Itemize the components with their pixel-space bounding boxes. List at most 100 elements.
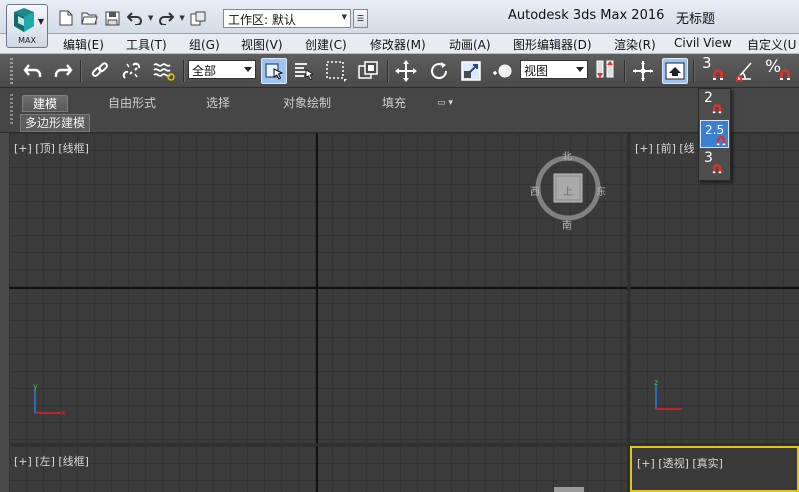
svg-text:x: x <box>61 408 66 417</box>
workspace-select-value: 工作区: 默认 <box>228 13 296 27</box>
snap-toggle-value[interactable]: 3 <box>702 54 712 72</box>
open-file-icon[interactable] <box>79 9 99 27</box>
viewport-label[interactable]: [+] [左] [线框] <box>14 453 89 469</box>
select-and-link-icon[interactable] <box>87 58 113 84</box>
app-title: Autodesk 3ds Max 2016 <box>508 8 665 23</box>
menu-create[interactable]: 创建(C) <box>305 36 347 53</box>
svg-text:z: z <box>654 379 658 387</box>
snap-option-2-5[interactable]: 2.5 <box>700 120 729 148</box>
bind-to-space-warp-icon[interactable] <box>151 58 177 84</box>
toolbar-separator <box>80 60 81 82</box>
reference-coordinate-select[interactable]: 视图 <box>520 60 588 79</box>
chevron-down-icon <box>244 67 252 72</box>
keyboard-shortcut-override-icon[interactable] <box>662 58 688 84</box>
left-viewport-cube-hint <box>554 487 584 492</box>
unlink-selection-icon[interactable] <box>119 58 145 84</box>
menu-edit[interactable]: 编辑(E) <box>63 36 104 53</box>
ribbon-grip[interactable] <box>10 94 13 124</box>
undo-dropdown-icon[interactable]: ▼ <box>148 14 153 22</box>
viewcube-west: 西 <box>530 187 540 198</box>
ribbon-tab-modeling[interactable]: 建模 <box>22 95 69 112</box>
viewport-left-strip <box>0 133 9 492</box>
menu-bar: 编辑(E) 工具(T) 组(G) 视图(V) 创建(C) 修改器(M) 动画(A… <box>0 34 799 54</box>
grid-axis-horizontal <box>630 287 799 289</box>
save-file-icon[interactable] <box>102 9 122 27</box>
title-bar: ▼ MAX ▼ ▼ 工作区: 默认 ▼ ☰ Autodesk 3ds Max 2… <box>0 0 799 48</box>
rectangular-selection-icon[interactable] <box>323 58 349 84</box>
pivot-center-icon[interactable] <box>592 58 618 84</box>
viewcube-east: 东 <box>596 187 606 198</box>
main-toolbar: 全部 视图 3 % <box>0 54 799 88</box>
magnet-icon[interactable] <box>712 69 724 81</box>
select-and-move-icon[interactable] <box>393 58 419 84</box>
undo-icon[interactable] <box>20 58 46 84</box>
toolbar-grip[interactable] <box>10 58 13 84</box>
select-and-rotate-icon[interactable] <box>426 58 452 84</box>
viewcube-south: 南 <box>562 221 572 232</box>
viewcube[interactable]: 北 南 西 东 上 <box>530 148 606 232</box>
viewport-area: [+] [顶] [线框] 北 南 西 东 上 y x [+] [前] [线 z … <box>0 133 799 492</box>
snap-option-label: 2.5 <box>705 123 725 137</box>
menu-group[interactable]: 组(G) <box>189 36 220 53</box>
select-object-icon[interactable] <box>261 58 287 84</box>
project-folder-icon[interactable] <box>188 9 208 27</box>
chevron-down-icon <box>576 67 584 72</box>
snap-option-2[interactable]: 2 <box>700 90 729 118</box>
document-title: 无标题 <box>676 12 716 27</box>
viewport-top[interactable]: [+] [顶] [线框] 北 南 西 东 上 y x <box>9 133 627 443</box>
select-and-place-icon[interactable] <box>490 58 516 84</box>
redo-icon[interactable] <box>156 9 176 27</box>
selection-filter-select[interactable]: 全部 <box>188 60 256 79</box>
magnet-icon <box>712 164 722 174</box>
percent-snap-magnet-icon <box>780 69 790 80</box>
ribbon-tab-populate[interactable]: 填充 <box>372 95 416 112</box>
ribbon-tab-selection[interactable]: 选择 <box>196 95 240 112</box>
menu-civil-view[interactable]: Civil View <box>674 36 732 50</box>
max-logo-icon <box>14 8 34 32</box>
select-and-scale-icon[interactable] <box>458 58 484 84</box>
toolbar-separator <box>624 60 625 82</box>
viewport-label[interactable]: [+] [透视] [真实] <box>637 455 723 471</box>
menu-customize[interactable]: 自定义(U <box>747 36 796 53</box>
toolbar-separator <box>183 60 184 82</box>
application-menu-button[interactable]: ▼ MAX <box>6 4 48 48</box>
new-file-icon[interactable] <box>56 9 76 27</box>
ribbon-tab-object-paint[interactable]: 对象绘制 <box>273 95 341 112</box>
viewport-left[interactable]: [+] [左] [线框] <box>9 446 627 492</box>
select-and-manipulate-icon[interactable] <box>630 58 656 84</box>
window-crossing-icon[interactable] <box>355 58 381 84</box>
viewport-label[interactable]: [+] [前] [线 <box>635 140 695 156</box>
axis-tripod-icon: z <box>654 379 682 410</box>
viewport-label[interactable]: [+] [顶] [线框] <box>14 140 89 156</box>
viewcube-face: 上 <box>563 187 573 198</box>
chevron-down-icon: ▼ <box>341 13 347 21</box>
ribbon-tab-freeform[interactable]: 自由形式 <box>98 95 166 112</box>
workspace-select[interactable]: 工作区: 默认 ▼ <box>223 9 351 28</box>
menu-tools[interactable]: 工具(T) <box>126 36 167 53</box>
menu-rendering[interactable]: 渲染(R) <box>614 36 656 53</box>
redo-icon[interactable] <box>50 58 76 84</box>
toolbar-separator <box>693 60 694 82</box>
workspace-options-button[interactable]: ☰ <box>353 9 368 28</box>
polygon-modeling-panel[interactable]: 多边形建模 <box>20 114 91 132</box>
app-logo-label: MAX <box>18 36 36 45</box>
grid-axis-vertical <box>316 446 318 492</box>
quick-access-toolbar: ▼ ▼ <box>56 9 208 27</box>
reference-coordinate-value: 视图 <box>524 64 549 78</box>
menu-views[interactable]: 视图(V) <box>241 36 283 53</box>
menu-graph-editors[interactable]: 图形编辑器(D) <box>513 36 592 53</box>
magnet-icon <box>712 104 722 114</box>
app-menu-caret-icon: ▼ <box>37 17 44 26</box>
viewcube-north: 北 <box>562 152 572 163</box>
menu-animation[interactable]: 动画(A) <box>449 36 491 53</box>
grid-axis-horizontal <box>9 287 627 289</box>
undo-icon[interactable] <box>125 9 145 27</box>
viewport-perspective[interactable]: [+] [透视] [真实] <box>630 446 799 492</box>
redo-dropdown-icon[interactable]: ▼ <box>179 14 184 22</box>
select-by-name-icon[interactable] <box>291 58 317 84</box>
ribbon-options-dropdown-icon[interactable]: ▭ ▾ <box>437 98 453 108</box>
snap-option-3[interactable]: 3 <box>700 150 729 178</box>
snap-flyout-menu: 2 2.5 3 <box>698 88 731 181</box>
menu-modifiers[interactable]: 修改器(M) <box>370 36 426 53</box>
angle-snap-icon[interactable] <box>732 58 758 84</box>
